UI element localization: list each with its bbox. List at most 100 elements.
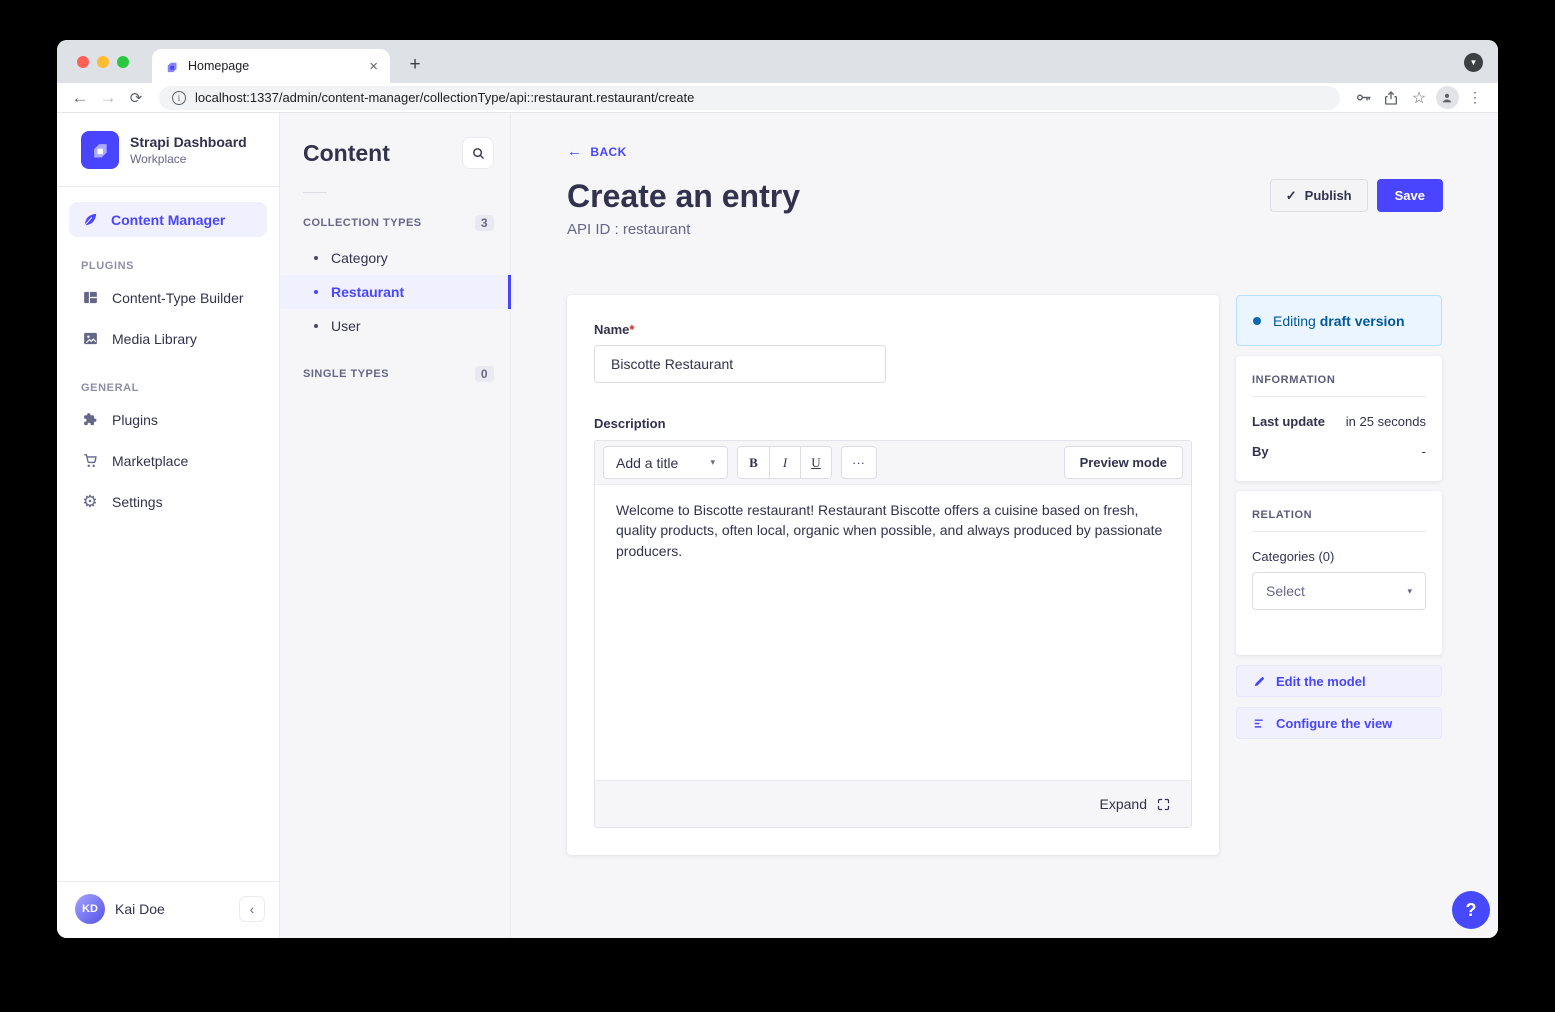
filter-lines-icon — [1253, 717, 1266, 730]
information-card: INFORMATION Last update in 25 seconds By… — [1236, 356, 1442, 481]
user-avatar[interactable]: KD — [75, 894, 105, 924]
by-row: By - — [1252, 444, 1426, 459]
forward-button[interactable]: → — [95, 85, 121, 111]
close-tab-icon[interactable]: × — [369, 58, 378, 75]
status-dot — [1253, 317, 1261, 325]
subnav-item-restaurant[interactable]: Restaurant — [280, 275, 510, 309]
url-text: localhost:1337/admin/content-manager/col… — [195, 90, 694, 105]
tab-strip: Homepage × + ▼ — [57, 40, 1498, 83]
chevron-down-icon: ▾ — [1407, 586, 1412, 597]
required-asterisk: * — [629, 322, 634, 337]
name-field-label: Name* — [594, 322, 1192, 337]
site-info-icon[interactable]: i — [172, 91, 186, 105]
underline-button[interactable]: U — [800, 447, 831, 478]
general-section-label: GENERAL — [57, 359, 279, 399]
chevron-left-icon: ‹ — [250, 901, 255, 917]
last-update-label: Last update — [1252, 414, 1325, 429]
subnav-item-label: User — [331, 318, 361, 334]
help-button[interactable]: ? — [1452, 891, 1490, 929]
publish-button[interactable]: ✓ Publish — [1270, 179, 1368, 212]
information-title: INFORMATION — [1252, 374, 1426, 386]
last-update-row: Last update in 25 seconds — [1252, 414, 1426, 429]
image-icon — [81, 330, 99, 347]
title-style-dropdown[interactable]: Add a title ▾ — [603, 446, 728, 479]
profile-avatar[interactable] — [1434, 85, 1460, 111]
bullet-dot — [314, 290, 318, 294]
categories-label: Categories (0) — [1252, 549, 1426, 564]
sidebar-item-label: Plugins — [112, 412, 158, 428]
bold-button[interactable]: B — [738, 447, 769, 478]
sidebar-item-label: Marketplace — [112, 453, 188, 469]
cart-icon — [81, 452, 99, 469]
bookmark-star-icon[interactable]: ☆ — [1406, 85, 1432, 111]
collapse-sidebar-button[interactable]: ‹ — [239, 896, 265, 922]
description-textarea[interactable]: Welcome to Biscotte restaurant! Restaura… — [595, 484, 1191, 780]
share-icon[interactable] — [1378, 85, 1404, 111]
last-update-value: in 25 seconds — [1346, 414, 1426, 429]
by-value: - — [1422, 444, 1426, 459]
minimize-window-button[interactable] — [97, 56, 109, 68]
more-formats-button[interactable]: ... — [841, 446, 877, 479]
new-tab-button[interactable]: + — [402, 52, 428, 78]
sidebar-item-content-type-builder[interactable]: Content-Type Builder — [57, 277, 279, 318]
browser-update-chip[interactable]: ▼ — [1464, 53, 1483, 72]
sidebar-item-label: Media Library — [112, 331, 197, 347]
editor-toolbar: Add a title ▾ B I U ... Preview mode — [595, 441, 1191, 484]
sidebar-item-marketplace[interactable]: Marketplace — [57, 440, 279, 481]
subnav-title: Content — [303, 140, 390, 167]
sidebar-item-content-manager[interactable]: Content Manager — [69, 202, 267, 237]
edit-model-button[interactable]: Edit the model — [1236, 665, 1442, 697]
collection-types-header: COLLECTION TYPES 3 — [280, 205, 510, 241]
browser-tab[interactable]: Homepage × — [152, 49, 390, 83]
sidebar-item-label: Content-Type Builder — [112, 290, 244, 306]
expand-icon[interactable] — [1156, 797, 1171, 812]
plugins-section-label: PLUGINS — [57, 237, 279, 277]
subnav-divider — [303, 192, 327, 193]
close-window-button[interactable] — [77, 56, 89, 68]
single-types-count-badge: 0 — [475, 366, 494, 382]
browser-toolbar: ← → ⟳ i localhost:1337/admin/content-man… — [57, 83, 1498, 113]
address-bar[interactable]: i localhost:1337/admin/content-manager/c… — [159, 86, 1340, 110]
sidebar-item-media-library[interactable]: Media Library — [57, 318, 279, 359]
entry-aside: Editing draft version INFORMATION Last u… — [1236, 295, 1442, 855]
bullet-dot — [314, 256, 318, 260]
strapi-app: Strapi Dashboard Workplace Content Manag… — [57, 113, 1498, 938]
question-mark-icon: ? — [1466, 900, 1477, 921]
relation-card: RELATION Categories (0) Select ▾ — [1236, 491, 1442, 655]
workspace-header[interactable]: Strapi Dashboard Workplace — [57, 113, 279, 187]
search-icon — [471, 146, 486, 161]
sidebar-item-settings[interactable]: ⚙ Settings — [57, 481, 279, 522]
preview-mode-button[interactable]: Preview mode — [1064, 446, 1183, 479]
divider — [1252, 396, 1426, 397]
back-link[interactable]: ← BACK — [567, 143, 627, 160]
single-types-header: SINGLE TYPES 0 — [280, 356, 510, 392]
categories-select[interactable]: Select ▾ — [1252, 572, 1426, 610]
subnav-item-category[interactable]: Category — [280, 241, 510, 275]
rich-text-editor: Add a title ▾ B I U ... Preview mode W — [594, 440, 1192, 828]
sidebar-item-plugins[interactable]: Plugins — [57, 399, 279, 440]
reload-button[interactable]: ⟳ — [123, 85, 149, 111]
entry-form-card: Name* Description Add a title ▾ B — [567, 295, 1219, 855]
app-name: Strapi Dashboard — [130, 134, 247, 152]
gear-icon: ⚙ — [81, 493, 99, 510]
configure-view-button[interactable]: Configure the view — [1236, 707, 1442, 739]
search-button[interactable] — [462, 137, 494, 169]
save-button[interactable]: Save — [1377, 179, 1443, 212]
italic-button[interactable]: I — [769, 447, 800, 478]
password-key-icon[interactable] — [1350, 85, 1376, 111]
expand-label[interactable]: Expand — [1100, 796, 1147, 812]
traffic-lights — [77, 56, 129, 68]
user-name: Kai Doe — [115, 901, 165, 917]
browser-menu-icon[interactable]: ⋮ — [1462, 85, 1488, 111]
api-id-subtitle: API ID : restaurant — [567, 221, 800, 238]
select-placeholder: Select — [1266, 583, 1305, 599]
maximize-window-button[interactable] — [117, 56, 129, 68]
main-sidebar: Strapi Dashboard Workplace Content Manag… — [57, 113, 280, 938]
by-label: By — [1252, 444, 1269, 459]
subnav-item-user[interactable]: User — [280, 309, 510, 343]
back-button[interactable]: ← — [67, 85, 93, 111]
name-input[interactable] — [594, 345, 886, 383]
layout-grid-icon — [81, 289, 99, 306]
sidebar-footer: KD Kai Doe ‹ — [57, 881, 279, 938]
workspace-name: Workplace — [130, 152, 247, 166]
